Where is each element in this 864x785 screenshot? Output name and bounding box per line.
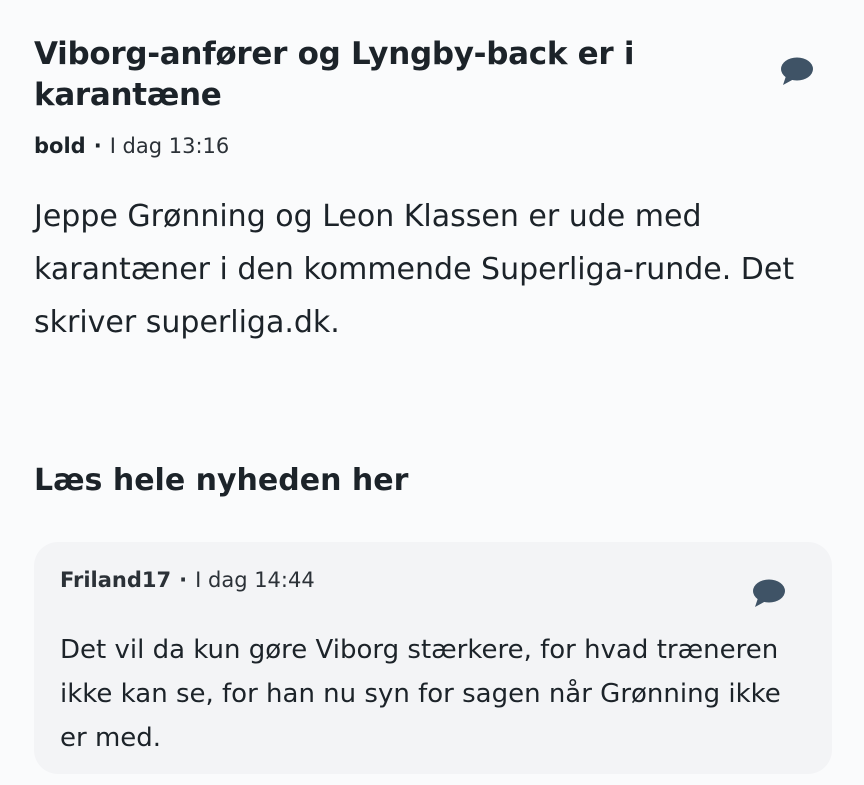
comment-meta: Friland17 · I dag 14:44	[60, 566, 315, 594]
news-page: Viborg-anfører og Lyngby-back er i karan…	[0, 0, 864, 785]
comment-bubble-icon[interactable]	[780, 56, 814, 90]
reply-bubble-icon[interactable]	[752, 578, 786, 612]
comment-card[interactable]: Friland17 · I dag 14:44 Det vil da kun gør…	[34, 542, 832, 774]
title-row: Viborg-anfører og Lyngby-back er i karan…	[34, 34, 834, 116]
article-timestamp: I dag 13:16	[109, 134, 230, 158]
comment-text: Det vil da kun gøre Viborg stærkere, for…	[60, 635, 781, 753]
read-more-link[interactable]: Læs hele nyheden her	[34, 461, 408, 501]
article-source[interactable]: bold	[34, 134, 86, 158]
article-body: Jeppe Grønning og Leon Klassen er ude me…	[34, 199, 795, 340]
meta-separator: ·	[93, 134, 102, 158]
comment-separator: ·	[179, 568, 188, 592]
comment-author[interactable]: Friland17	[60, 568, 171, 592]
article-meta: bold · I dag 13:16	[34, 132, 834, 160]
news-article: Viborg-anfører og Lyngby-back er i karan…	[34, 34, 834, 349]
comment-timestamp: I dag 14:44	[195, 568, 315, 592]
article-title[interactable]: Viborg-anfører og Lyngby-back er i karan…	[34, 34, 714, 116]
